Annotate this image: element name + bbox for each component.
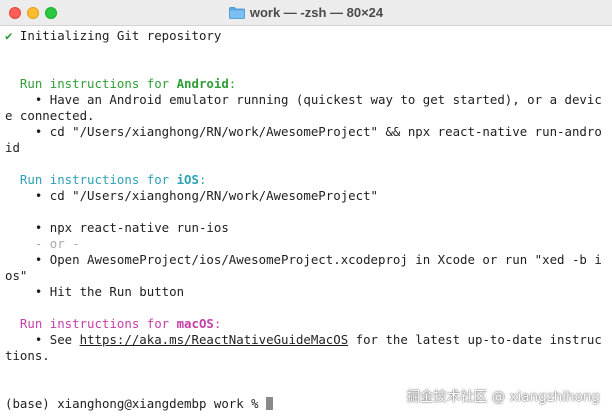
macos-heading-text: Run instructions for bbox=[19, 316, 177, 331]
macos-see-suffix: for the latest up-to-date instruc bbox=[348, 332, 602, 347]
ios-bullet-3: • Open AwesomeProject/ios/AwesomeProject… bbox=[5, 252, 602, 267]
ios-colon: : bbox=[198, 172, 207, 187]
android-heading: Run instructions for Android: bbox=[5, 76, 609, 92]
shell-prompt: (base) xianghong@xiangdembp work % bbox=[5, 396, 267, 411]
ios-bullet-4: • Hit the Run button bbox=[5, 284, 185, 299]
init-line: ✔ Initializing Git repository bbox=[5, 28, 609, 44]
android-bullet-1: • Have an Android emulator running (quic… bbox=[5, 92, 602, 107]
ios-or-separator: - or - bbox=[5, 236, 80, 251]
macos-bullet-1-wrap: tions. bbox=[5, 348, 50, 363]
android-bullet-2: • cd "/Users/xianghong/RN/work/AwesomePr… bbox=[5, 124, 602, 139]
android-heading-text: Run instructions for bbox=[19, 76, 177, 91]
terminal-window: work — -zsh — 80×24 ✔ Initializing Git r… bbox=[0, 0, 612, 416]
macos-guide-link[interactable]: https://aka.ms/ReactNativeGuideMacOS bbox=[80, 332, 349, 347]
watermark: 掘金技术社区 @ xiangzhihong bbox=[406, 389, 600, 405]
android-platform: Android bbox=[176, 76, 229, 91]
android-colon: : bbox=[228, 76, 237, 91]
title-bar[interactable]: work — -zsh — 80×24 bbox=[0, 0, 612, 26]
folder-icon bbox=[228, 6, 245, 19]
macos-platform: macOS bbox=[176, 316, 214, 331]
init-text: Initializing Git repository bbox=[12, 28, 222, 43]
window-title-group: work — -zsh — 80×24 bbox=[0, 0, 612, 25]
ios-heading: Run instructions for iOS: bbox=[5, 172, 609, 188]
ios-heading-text: Run instructions for bbox=[19, 172, 177, 187]
macos-see-prefix: • See bbox=[5, 332, 80, 347]
text-cursor bbox=[266, 397, 274, 410]
macos-bullet-1: • See https://aka.ms/ReactNativeGuideMac… bbox=[5, 332, 609, 348]
macos-colon: : bbox=[213, 316, 222, 331]
ios-bullet-3-wrap: os" bbox=[5, 268, 28, 283]
android-bullet-2-wrap: id bbox=[5, 140, 20, 155]
terminal-output[interactable]: ✔ Initializing Git repository Run instru… bbox=[5, 28, 609, 412]
window-title: work — -zsh — 80×24 bbox=[249, 5, 384, 20]
android-bullet-1-wrap: e connected. bbox=[5, 108, 95, 123]
ios-bullet-2: • npx react-native run-ios bbox=[5, 220, 229, 235]
ios-platform: iOS bbox=[176, 172, 199, 187]
ios-bullet-1: • cd "/Users/xianghong/RN/work/AwesomePr… bbox=[5, 188, 378, 203]
macos-heading: Run instructions for macOS: bbox=[5, 316, 609, 332]
